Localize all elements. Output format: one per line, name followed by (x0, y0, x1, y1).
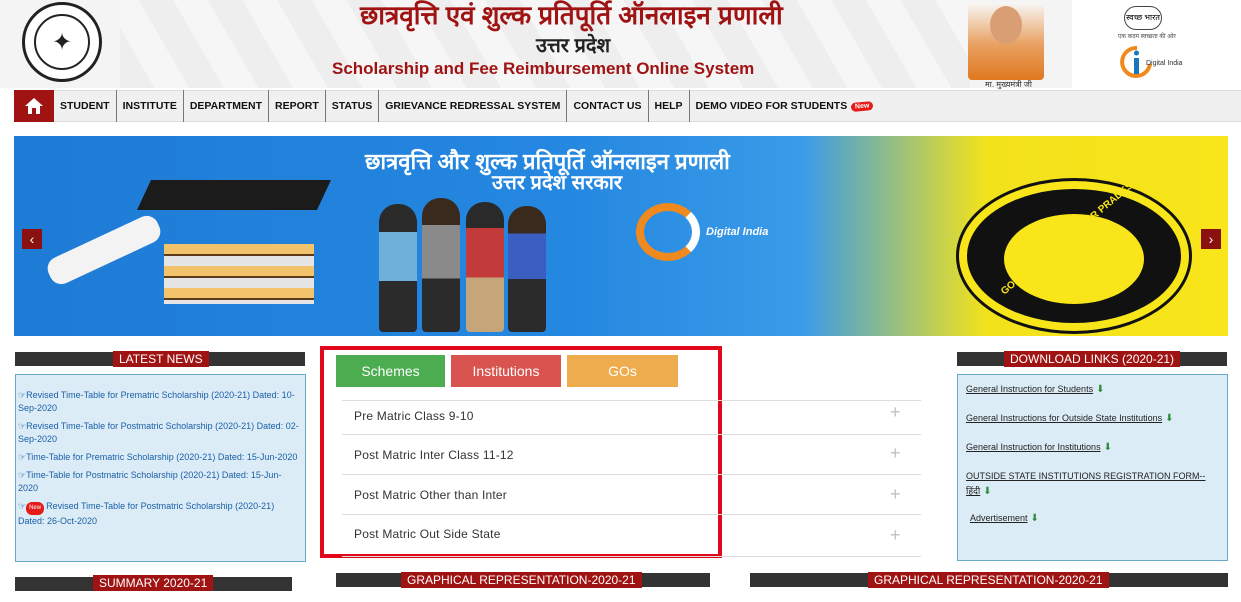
download-link-text: General Instructions for Outside State I… (966, 413, 1163, 423)
banner-prev-button[interactable]: ‹ (22, 229, 42, 249)
accordion-divider (342, 556, 921, 557)
news-new-badge: New (26, 502, 45, 515)
nav-demo-video-label: DEMO VIDEO FOR STUDENTS (695, 100, 848, 112)
expand-icon[interactable]: + (890, 525, 901, 546)
download-link-text: हिंदी (966, 486, 981, 496)
news-item[interactable]: ☞Revised Time-Table for Prematric Schola… (18, 389, 301, 415)
hero-banner: छात्रवृत्ति और शुल्क प्रतिपूर्ति ऑनलाइन … (14, 136, 1228, 336)
banner-next-button[interactable]: › (1201, 229, 1221, 249)
news-item-text: Time-Table for Prematric Scholarship (20… (26, 452, 298, 462)
download-icon: ⬇ (1096, 384, 1105, 395)
news-item-text: Revised Time-Table for Postmatric Schola… (18, 501, 275, 526)
expand-icon[interactable]: + (890, 402, 901, 423)
digital-india-banner-text: Digital India (706, 226, 769, 238)
home-icon (25, 98, 43, 114)
pointing-hand-icon: ☞ (18, 390, 27, 400)
tab-schemes[interactable]: Schemes (336, 355, 445, 387)
pointing-hand-icon: ☞ (18, 452, 27, 462)
download-link-text: General Instruction for Students (966, 384, 1094, 394)
scheme-item-post-matric-outside[interactable]: Post Matric Out Side State (354, 527, 501, 541)
books-stack-image (164, 244, 314, 304)
latest-news-title: LATEST NEWS (113, 351, 209, 367)
chief-minister-face (990, 6, 1022, 44)
nav-help[interactable]: HELP (649, 90, 690, 122)
page: ✦ छात्रवृत्ति एवं शुल्क प्रतिपूर्ति ऑनला… (0, 0, 1241, 602)
site-title-english: Scholarship and Fee Reimbursement Online… (332, 59, 755, 78)
swachh-bharat-tagline: एक कदम स्वच्छता की ओर (1118, 34, 1176, 40)
accordion-divider (342, 514, 921, 515)
download-link-institutions[interactable]: General Instruction for Institutions ⬇ (966, 442, 1112, 453)
news-item-text: Revised Time-Table for Postmatric Schola… (18, 421, 299, 444)
chief-minister-caption: मा. मुख्यमंत्री जी (985, 80, 1032, 89)
nav-status[interactable]: STATUS (326, 90, 380, 122)
download-links-title: DOWNLOAD LINKS (2020-21) (1004, 351, 1181, 367)
scheme-item-pre-matric[interactable]: Pre Matric Class 9-10 (354, 409, 474, 423)
nav-student[interactable]: STUDENT (54, 90, 117, 122)
download-links-box (957, 374, 1228, 561)
digital-india-banner-logo-icon (636, 203, 700, 261)
download-icon: ⬇ (1165, 413, 1174, 424)
accordion-divider (342, 400, 921, 401)
download-icon: ⬇ (1030, 513, 1039, 524)
news-item[interactable]: ☞Time-Table for Postmatric Scholarship (… (18, 469, 301, 495)
emblem-inner-icon: ✦ (34, 14, 90, 70)
news-item-text: Time-Table for Postmatric Scholarship (2… (18, 470, 282, 493)
accordion-divider (342, 474, 921, 475)
pointing-hand-icon: ☞ (18, 501, 27, 511)
up-emblem-logo: ✦ (22, 2, 102, 82)
home-button[interactable] (14, 90, 54, 122)
nav-demo-video[interactable]: DEMO VIDEO FOR STUDENTS New (690, 90, 880, 122)
download-link-text: OUTSIDE STATE INSTITUTIONS REGISTRATION … (966, 471, 1206, 481)
download-link-registration-form[interactable]: OUTSIDE STATE INSTITUTIONS REGISTRATION … (966, 471, 1206, 481)
download-link-registration-form-hindi[interactable]: हिंदी ⬇ (966, 484, 992, 497)
download-link-text: Advertisement (970, 513, 1028, 523)
nav-report[interactable]: REPORT (269, 90, 326, 122)
header: ✦ छात्रवृत्ति एवं शुल्क प्रतिपूर्ति ऑनला… (0, 0, 1241, 89)
news-item[interactable]: ☞ New Revised Time-Table for Postmatric Sc… (18, 500, 301, 528)
graduation-cap-image (137, 180, 331, 210)
main-nav: STUDENT INSTITUTE DEPARTMENT REPORT STAT… (14, 90, 1241, 122)
student-image (379, 204, 417, 332)
student-image (508, 206, 546, 332)
graphical-title-1: GRAPHICAL REPRESENTATION-2020-21 (401, 572, 642, 588)
nav-grievance[interactable]: GRIEVANCE REDRESSAL SYSTEM (379, 90, 568, 122)
graphical-title-2: GRAPHICAL REPRESENTATION-2020-21 (868, 572, 1109, 588)
banner-subtitle-hindi: उत्तर प्रदेश सरकार (492, 172, 623, 194)
nav-department[interactable]: DEPARTMENT (184, 90, 269, 122)
download-link-student-instructions[interactable]: General Instruction for Students ⬇ (966, 384, 1104, 395)
pointing-hand-icon: ☞ (18, 470, 27, 480)
summary-title: SUMMARY 2020-21 (93, 575, 214, 591)
scheme-item-post-matric-inter[interactable]: Post Matric Inter Class 11-12 (354, 448, 514, 462)
download-link-text: General Instruction for Institutions (966, 442, 1101, 452)
swachh-bharat-logo: स्वच्छ भारत (1124, 6, 1162, 30)
download-link-outside-state[interactable]: General Instructions for Outside State I… (966, 413, 1174, 424)
nav-institute[interactable]: INSTITUTE (117, 90, 184, 122)
latest-news-box: ☞Revised Time-Table for Prematric Schola… (15, 374, 306, 562)
pointing-hand-icon: ☞ (18, 421, 27, 431)
news-item[interactable]: ☞Time-Table for Prematric Scholarship (2… (18, 451, 301, 464)
nav-contact-us[interactable]: CONTACT US (567, 90, 649, 122)
tab-institutions[interactable]: Institutions (451, 355, 561, 387)
news-item[interactable]: ☞Revised Time-Table for Postmatric Schol… (18, 420, 301, 446)
expand-icon[interactable]: + (890, 443, 901, 464)
news-item-text: Revised Time-Table for Prematric Scholar… (18, 390, 295, 413)
diploma-scroll-image (43, 211, 165, 289)
accordion-divider (342, 434, 921, 435)
download-icon: ⬇ (983, 486, 992, 497)
download-icon: ⬇ (1103, 442, 1112, 453)
student-image (422, 198, 460, 332)
student-image (466, 202, 504, 332)
expand-icon[interactable]: + (890, 484, 901, 505)
tab-gos[interactable]: GOs (567, 355, 678, 387)
state-name-hindi: उत्तर प्रदेश (536, 35, 611, 57)
digital-india-text: Digital India (1146, 60, 1183, 67)
scheme-item-post-matric-other[interactable]: Post Matric Other than Inter (354, 488, 507, 502)
site-title-hindi: छात्रवृत्ति एवं शुल्क प्रतिपूर्ति ऑनलाइन… (360, 0, 783, 30)
new-badge: New (850, 100, 874, 112)
download-link-advertisement[interactable]: Advertisement ⬇ (970, 513, 1039, 524)
